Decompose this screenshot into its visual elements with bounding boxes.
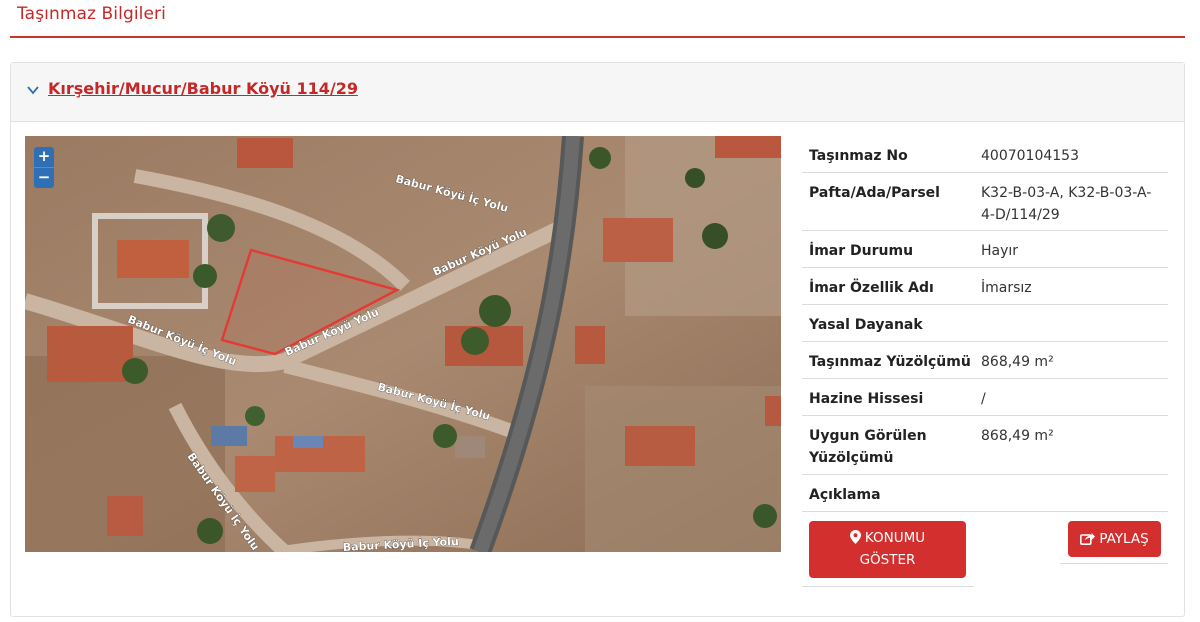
detail-key: Yasal Dayanak — [809, 317, 923, 333]
share-label: PAYLAŞ — [1099, 531, 1149, 547]
detail-row: Uygun Görülen Yüzölçümü 868,49 m² — [802, 416, 1168, 475]
detail-key: Hazine Hissesi — [809, 391, 924, 407]
detail-value: İmarsız — [981, 280, 1032, 296]
share-button[interactable]: PAYLAŞ — [1068, 521, 1161, 557]
parcel-details-table: Taşınmaz No 40070104153 Pafta/Ada/Parsel… — [802, 136, 1168, 512]
detail-row: Yasal Dayanak — [802, 305, 1168, 342]
map-marker-icon — [849, 530, 861, 544]
parcel-card-header[interactable]: Kırşehir/Mucur/Babur Köyü 114/29 — [11, 63, 1184, 122]
detail-value — [974, 305, 1168, 341]
show-location-label-line2: GÖSTER — [859, 552, 916, 568]
detail-row: İmar Özellik Adı İmarsız — [802, 268, 1168, 305]
detail-value — [974, 475, 1168, 511]
zoom-out-button[interactable]: − — [34, 168, 54, 188]
parcel-title-link[interactable]: Kırşehir/Mucur/Babur Köyü 114/29 — [48, 79, 358, 98]
detail-key: Pafta/Ada/Parsel — [809, 185, 940, 201]
zoom-in-button[interactable]: + — [34, 147, 54, 167]
map-imagery: Babur Köyü İç Yolu Babur Köyü Yolu Babur… — [25, 136, 781, 552]
page-title: Taşınmaz Bilgileri — [17, 4, 166, 24]
show-location-button[interactable]: KONUMU GÖSTER — [809, 521, 966, 578]
detail-key: Açıklama — [809, 487, 881, 503]
detail-key: İmar Özellik Adı — [809, 280, 934, 296]
share-icon — [1080, 533, 1096, 545]
detail-row: Hazine Hissesi / — [802, 379, 1168, 416]
detail-key: Taşınmaz Yüzölçümü — [809, 354, 971, 370]
detail-row: Pafta/Ada/Parsel K32-B-03-A, K32-B-03-A-… — [802, 173, 1168, 231]
show-location-label-line1: KONUMU — [864, 530, 926, 546]
detail-row: Taşınmaz Yüzölçümü 868,49 m² — [802, 342, 1168, 379]
detail-key: Uygun Görülen Yüzölçümü — [809, 428, 927, 466]
detail-value: K32-B-03-A, K32-B-03-A-4-D/114/29 — [981, 185, 1152, 223]
detail-row: İmar Durumu Hayır — [802, 231, 1168, 268]
divider — [1060, 563, 1168, 564]
detail-row: Taşınmaz No 40070104153 — [802, 136, 1168, 173]
chevron-down-icon[interactable] — [26, 83, 40, 97]
detail-value: 868,49 m² — [981, 428, 1054, 444]
detail-key: İmar Durumu — [809, 243, 914, 259]
detail-value: / — [981, 391, 986, 407]
detail-value: Hayır — [981, 243, 1019, 259]
detail-value: 40070104153 — [981, 148, 1079, 164]
divider — [802, 586, 974, 587]
page-header: Taşınmaz Bilgileri — [10, 0, 1185, 38]
satellite-map[interactable]: Babur Köyü İç Yolu Babur Köyü Yolu Babur… — [25, 136, 781, 552]
detail-value: 868,49 m² — [981, 354, 1054, 370]
detail-row: Açıklama — [802, 475, 1168, 512]
detail-key: Taşınmaz No — [809, 148, 908, 164]
